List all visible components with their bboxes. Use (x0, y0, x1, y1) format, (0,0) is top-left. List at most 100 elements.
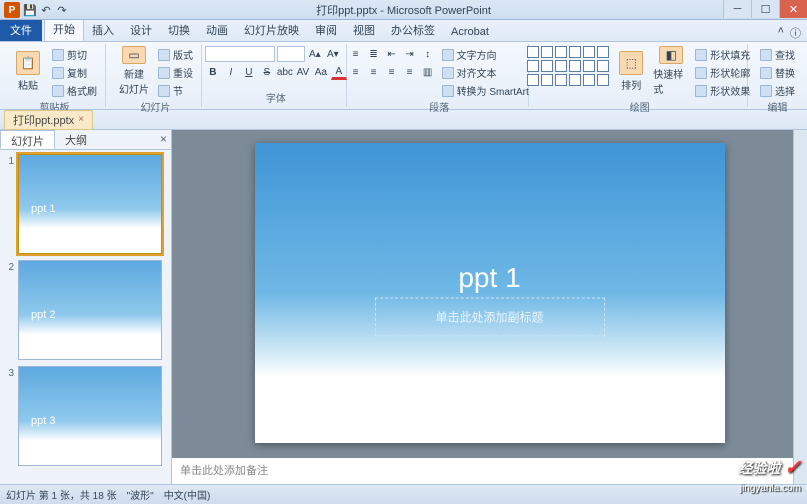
align-center-button[interactable]: ≡ (366, 64, 382, 80)
tab-view[interactable]: 视图 (345, 19, 383, 41)
justify-button[interactable]: ≡ (402, 64, 418, 80)
find-button[interactable]: 查找 (758, 46, 797, 63)
section-button[interactable]: 节 (156, 82, 195, 99)
qat-save-icon[interactable]: 💾 (24, 4, 36, 16)
side-tab-slides[interactable]: 幻灯片 (0, 130, 55, 149)
grow-font-button[interactable]: A▴ (307, 46, 323, 62)
slide-thumbnail-1[interactable]: ppt 1 (18, 154, 162, 254)
document-tab-close-icon[interactable]: × (78, 114, 84, 125)
shape-icon[interactable] (555, 46, 567, 58)
bullets-button[interactable]: ≡ (348, 46, 364, 62)
qat-undo-icon[interactable]: ↶ (40, 4, 52, 16)
side-tab-outline[interactable]: 大纲 (55, 130, 97, 149)
shape-icon[interactable] (569, 46, 581, 58)
strike-button[interactable]: S (259, 64, 275, 80)
numbering-button[interactable]: ≣ (366, 46, 382, 62)
shape-icon[interactable] (583, 60, 595, 72)
shape-icon[interactable] (569, 74, 581, 86)
shape-fill-button[interactable]: 形状填充 (693, 46, 752, 63)
tab-office-tabs[interactable]: 办公标签 (383, 19, 443, 41)
shape-icon[interactable] (541, 46, 553, 58)
paste-button[interactable]: 📋 粘贴 (10, 46, 46, 96)
quick-styles-button[interactable]: ◧快速样式 (653, 46, 689, 96)
shape-icon[interactable] (583, 74, 595, 86)
help-icon[interactable]: ⓘ (790, 25, 801, 41)
char-spacing-button[interactable]: AV (295, 64, 311, 80)
line-spacing-button[interactable]: ↕ (420, 46, 436, 62)
decrease-indent-button[interactable]: ⇤ (384, 46, 400, 62)
notes-pane[interactable]: 单击此处添加备注 (172, 456, 807, 484)
tab-file[interactable]: 文件 (0, 19, 42, 41)
shape-effects-button[interactable]: 形状效果 (693, 82, 752, 99)
reset-button[interactable]: 重设 (156, 64, 195, 81)
shape-icon[interactable] (569, 60, 581, 72)
tab-design[interactable]: 设计 (122, 19, 160, 41)
new-slide-button[interactable]: ▭ 新建 幻灯片 (116, 46, 152, 96)
shape-icon[interactable] (555, 60, 567, 72)
shape-outline-button[interactable]: 形状轮廓 (693, 64, 752, 81)
columns-button[interactable]: ▥ (420, 64, 436, 80)
copy-button[interactable]: 复制 (50, 64, 99, 81)
tab-review[interactable]: 审阅 (307, 19, 345, 41)
tab-animations[interactable]: 动画 (198, 19, 236, 41)
shape-icon[interactable] (541, 74, 553, 86)
shape-icon[interactable] (597, 60, 609, 72)
tab-insert[interactable]: 插入 (84, 19, 122, 41)
shape-icon[interactable] (597, 46, 609, 58)
shapes-gallery[interactable] (527, 46, 609, 86)
app-icon[interactable]: P (4, 2, 20, 18)
slide-canvas[interactable]: ppt 1 单击此处添加副标题 (255, 143, 725, 443)
slide-thumbnail-2[interactable]: ppt 2 (18, 260, 162, 360)
increase-indent-button[interactable]: ⇥ (402, 46, 418, 62)
select-button[interactable]: 选择 (758, 82, 797, 99)
shape-icon[interactable] (555, 74, 567, 86)
align-text-button[interactable]: 对齐文本 (440, 64, 531, 81)
minimize-button[interactable]: ─ (723, 0, 751, 18)
maximize-button[interactable]: ☐ (751, 0, 779, 18)
change-case-button[interactable]: Aa (313, 64, 329, 80)
tab-slideshow[interactable]: 幻灯片放映 (236, 19, 307, 41)
group-font: A▴ A▾ B I U S abc AV Aa A 字体 (206, 44, 347, 107)
shape-icon[interactable] (527, 74, 539, 86)
tab-transitions[interactable]: 切换 (160, 19, 198, 41)
shape-icon[interactable] (527, 46, 539, 58)
cut-button[interactable]: 剪切 (50, 46, 99, 63)
shape-icon[interactable] (527, 60, 539, 72)
slide-subtitle-placeholder[interactable]: 单击此处添加副标题 (374, 298, 604, 337)
reset-label: 重设 (173, 65, 193, 80)
paste-label: 粘贴 (18, 77, 38, 92)
layout-button[interactable]: 版式 (156, 46, 195, 63)
align-left-button[interactable]: ≡ (348, 64, 364, 80)
side-panel-close-icon[interactable]: × (160, 132, 167, 146)
vertical-scrollbar[interactable] (793, 130, 807, 484)
tab-home[interactable]: 开始 (44, 17, 84, 41)
underline-button[interactable]: U (241, 64, 257, 80)
status-language[interactable]: 中文(中国) (164, 487, 211, 502)
tab-acrobat[interactable]: Acrobat (443, 23, 497, 41)
bold-button[interactable]: B (205, 64, 221, 80)
qat-redo-icon[interactable]: ↷ (56, 4, 68, 16)
select-icon (760, 85, 772, 97)
replace-button[interactable]: 替换 (758, 64, 797, 81)
shape-icon[interactable] (541, 60, 553, 72)
italic-button[interactable]: I (223, 64, 239, 80)
convert-smartart-button[interactable]: 转换为 SmartArt (440, 82, 531, 99)
format-painter-button[interactable]: 格式刷 (50, 82, 99, 99)
font-color-button[interactable]: A (331, 64, 347, 80)
slide-thumbnail-3[interactable]: ppt 3 (18, 366, 162, 466)
slide-title[interactable]: ppt 1 (458, 262, 520, 294)
font-size-select[interactable] (277, 46, 305, 62)
shape-fill-label: 形状填充 (710, 47, 750, 62)
font-family-select[interactable] (205, 46, 275, 62)
document-tab[interactable]: 打印ppt.pptx × (4, 110, 93, 130)
text-direction-button[interactable]: 文字方向 (440, 46, 531, 63)
arrange-button[interactable]: ⬚排列 (613, 46, 649, 96)
shape-icon[interactable] (597, 74, 609, 86)
minimize-ribbon-icon[interactable]: ˄ (778, 25, 784, 41)
close-button[interactable]: ✕ (779, 0, 807, 18)
shrink-font-button[interactable]: A▾ (325, 46, 341, 62)
shape-icon[interactable] (583, 46, 595, 58)
shadow-button[interactable]: abc (277, 64, 293, 80)
align-right-button[interactable]: ≡ (384, 64, 400, 80)
group-paragraph: ≡ ≣ ⇤ ⇥ ↕ ≡ ≡ ≡ ≡ ▥ 文字方向 对齐文本 转换为 SmartA… (351, 44, 529, 107)
